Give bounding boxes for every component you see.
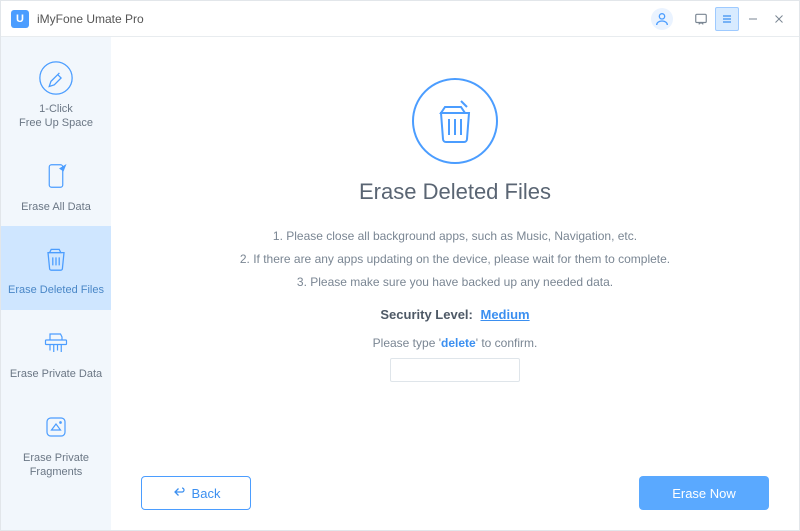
back-arrow-icon (172, 486, 186, 501)
menu-icon[interactable] (715, 7, 739, 31)
confirm-keyword: delete (441, 336, 476, 350)
app-pieces-icon (37, 408, 75, 446)
sidebar-item-label: Erase All Data (21, 201, 91, 215)
erase-now-button-label: Erase Now (672, 486, 736, 501)
sidebar-item-erase-fragments[interactable]: Erase Private Fragments (1, 394, 111, 492)
back-button[interactable]: Back (141, 476, 251, 510)
instruction-line: 1. Please close all background apps, suc… (141, 225, 769, 248)
sidebar-item-label: Erase Deleted Files (8, 284, 104, 298)
app-logo: U (11, 10, 29, 28)
sidebar-item-free-up-space[interactable]: 1-Click Free Up Space (1, 45, 111, 143)
app-title: iMyFone Umate Pro (37, 12, 144, 26)
erase-now-button[interactable]: Erase Now (639, 476, 769, 510)
phone-erase-icon (37, 157, 75, 195)
back-button-label: Back (192, 486, 221, 501)
broom-icon (37, 59, 75, 97)
instruction-line: 3. Please make sure you have backed up a… (141, 271, 769, 294)
titlebar: U iMyFone Umate Pro (1, 1, 799, 37)
main-panel: Erase Deleted Files 1. Please close all … (111, 37, 799, 530)
instructions: 1. Please close all background apps, suc… (141, 225, 769, 293)
sidebar-item-label: Erase Private Fragments (23, 452, 89, 480)
instruction-line: 2. If there are any apps updating on the… (141, 248, 769, 271)
sidebar-item-label: 1-Click Free Up Space (19, 103, 93, 131)
minimize-button[interactable] (741, 7, 765, 31)
sidebar-item-erase-private[interactable]: Erase Private Data (1, 310, 111, 394)
security-level-link[interactable]: Medium (481, 307, 530, 322)
sidebar-item-erase-all[interactable]: Erase All Data (1, 143, 111, 227)
feedback-icon[interactable] (689, 7, 713, 31)
user-avatar-icon[interactable] (651, 8, 673, 30)
confirm-instruction: Please type 'delete' to confirm. (141, 336, 769, 350)
page-title: Erase Deleted Files (141, 179, 769, 205)
confirm-input[interactable] (390, 358, 520, 382)
sidebar-item-label: Erase Private Data (10, 368, 102, 382)
sidebar: 1-Click Free Up Space Erase All Data Era… (1, 37, 111, 530)
security-level-row: Security Level: Medium (141, 307, 769, 322)
sidebar-item-erase-deleted[interactable]: Erase Deleted Files (1, 226, 111, 310)
shredder-icon (37, 324, 75, 362)
trash-file-icon (37, 240, 75, 278)
hero-trash-icon (411, 77, 499, 165)
close-button[interactable] (767, 7, 791, 31)
security-level-label: Security Level: (380, 307, 473, 322)
footer: Back Erase Now (141, 476, 769, 510)
